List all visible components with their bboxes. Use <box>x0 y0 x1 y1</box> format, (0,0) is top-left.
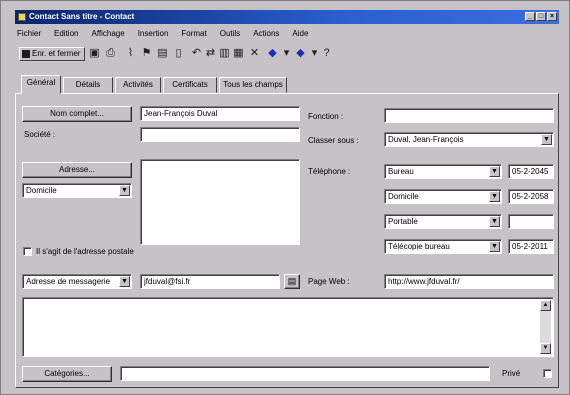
address-button[interactable]: Adresse... <box>22 162 132 178</box>
notes-scrollbar[interactable]: ▲ ▼ <box>540 300 551 354</box>
save-icon <box>22 50 30 58</box>
job-label: Fonction : <box>308 112 344 121</box>
private-label: Privé <box>502 369 521 378</box>
phone-type-select-2[interactable]: Domicile ▼ <box>384 189 502 204</box>
window-title: Contact Sans titre - Contact <box>29 12 135 21</box>
chevron-down-icon[interactable]: ▼ <box>489 191 500 202</box>
notes-textarea[interactable]: ▲ ▼ <box>22 297 554 357</box>
maximize-button[interactable]: □ <box>536 12 546 21</box>
webpage-label: Page Web : <box>308 277 350 286</box>
scroll-up-icon[interactable]: ▲ <box>540 300 551 311</box>
phone-type-select-1[interactable]: Bureau ▼ <box>384 164 502 179</box>
chevron-down-icon[interactable]: ▼ <box>119 185 130 196</box>
mailing-address-checkbox[interactable] <box>23 247 32 256</box>
address-field[interactable] <box>140 159 300 245</box>
mailing-address-label: Il s'agit de l'adresse postale <box>36 247 134 256</box>
menu-aide[interactable]: Aide <box>290 27 310 40</box>
phone-field-1[interactable]: 05-2-2045 <box>508 164 554 179</box>
webpage-field[interactable]: http://www.jfduval.fr/ <box>384 274 554 289</box>
previous-icon[interactable]: ◆ <box>267 48 278 59</box>
chevron-down-icon[interactable]: ▼ <box>489 241 500 252</box>
file-as-label: Classer sous : <box>308 136 359 145</box>
categories-icon[interactable]: ▤ <box>157 48 168 59</box>
email-field[interactable]: jfduval@fsi.fr <box>140 274 280 289</box>
chevron-down-icon[interactable]: ▼ <box>119 276 130 287</box>
phone-type-select-4[interactable]: Télécopie bureau ▼ <box>384 239 502 254</box>
menu-affichage[interactable]: Affichage <box>89 27 126 40</box>
flag-icon[interactable]: ⚑ <box>141 48 152 59</box>
chevron-down-icon[interactable]: ▼ <box>489 166 500 177</box>
print-icon[interactable]: ⎙ <box>105 48 116 59</box>
menu-outils[interactable]: Outils <box>218 27 242 40</box>
tab-details[interactable]: Détails <box>63 77 113 93</box>
chevron-down-icon[interactable]: ▼ <box>489 216 500 227</box>
next-icon[interactable]: ◆ <box>295 48 306 59</box>
undo-icon[interactable]: ↶ <box>191 48 202 59</box>
full-name-button[interactable]: Nom complet... <box>22 106 132 122</box>
general-panel: Nom complet... Jean-François Duval Socié… <box>15 93 559 388</box>
delete-icon[interactable]: ✕ <box>249 48 260 59</box>
phone-field-2[interactable]: 05-2-2058 <box>508 189 554 204</box>
menu-edition[interactable]: Edition <box>52 27 80 40</box>
minimize-button[interactable]: _ <box>525 12 535 21</box>
map-icon[interactable]: ▦ <box>233 48 244 59</box>
save-close-button[interactable]: Enr. et fermer <box>19 47 85 61</box>
attach-icon[interactable]: ⌇ <box>125 48 136 59</box>
tab-activites[interactable]: Activités <box>115 77 161 93</box>
phone-label: Téléphone : <box>308 167 351 176</box>
company-field[interactable] <box>140 127 300 142</box>
save-icon[interactable]: ▣ <box>89 48 100 59</box>
sync-icon[interactable]: ⇄ <box>205 48 216 59</box>
categories-button[interactable]: Catégories... <box>22 366 112 382</box>
scroll-down-icon[interactable]: ▼ <box>540 343 551 354</box>
email-type-select[interactable]: Adresse de messagerie ▼ <box>22 274 132 289</box>
window-controls: _ □ × <box>525 12 557 21</box>
full-name-field[interactable]: Jean-François Duval <box>140 106 300 121</box>
contact-app-icon <box>18 13 26 21</box>
phone-field-4[interactable]: 05-2-2011 <box>508 239 554 254</box>
toolbar: Enr. et fermer ▣ ⎙ ⌇ ⚑ ▤ ▯ ↶ ⇄ ▥ ▦ ✕ ◆ ▾… <box>15 44 559 66</box>
job-field[interactable] <box>384 108 554 123</box>
tab-general[interactable]: Général <box>21 75 61 94</box>
title-bar: Contact Sans titre - Contact _ □ × <box>15 10 559 24</box>
file-as-select[interactable]: Duval, Jean-François ▼ <box>384 132 554 147</box>
menu-bar: Fichier Edition Affichage Insertion Form… <box>15 27 310 40</box>
previous-dropdown-icon[interactable]: ▾ <box>281 48 292 59</box>
company-label: Société : <box>24 130 56 139</box>
menu-actions[interactable]: Actions <box>251 27 281 40</box>
menu-fichier[interactable]: Fichier <box>15 27 43 40</box>
phone-field-3[interactable] <box>508 214 554 229</box>
address-type-select[interactable]: Domicile ▼ <box>22 183 132 198</box>
tab-certificats[interactable]: Certificats <box>163 77 217 93</box>
address-book-icon[interactable]: ▤ <box>284 274 300 289</box>
categories-field[interactable] <box>120 366 490 381</box>
properties-icon[interactable]: ▯ <box>173 48 184 59</box>
help-icon[interactable]: ? <box>321 48 332 59</box>
private-checkbox[interactable] <box>543 369 552 378</box>
menu-insertion[interactable]: Insertion <box>136 27 171 40</box>
menu-format[interactable]: Format <box>179 27 208 40</box>
chevron-down-icon[interactable]: ▼ <box>541 134 552 145</box>
close-button[interactable]: × <box>547 12 557 21</box>
contact-window: Contact Sans titre - Contact _ □ × Fichi… <box>0 0 570 395</box>
tab-tous-les-champs[interactable]: Tous les champs <box>219 77 287 93</box>
address-book-icon[interactable]: ▥ <box>219 48 230 59</box>
phone-type-select-3[interactable]: Portable ▼ <box>384 214 502 229</box>
next-dropdown-icon[interactable]: ▾ <box>309 48 320 59</box>
